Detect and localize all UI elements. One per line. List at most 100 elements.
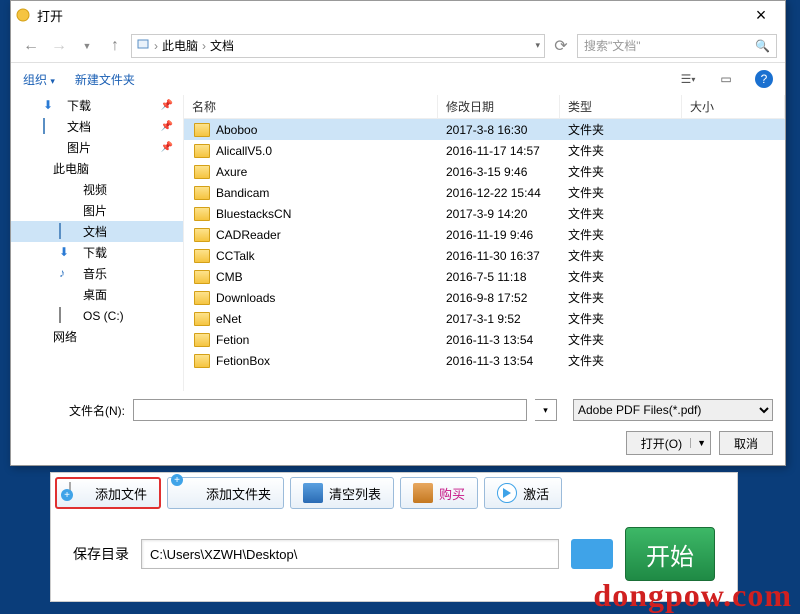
pin-icon: 📌 (161, 142, 173, 153)
trash-icon (303, 483, 323, 503)
folder-icon (194, 291, 210, 305)
app-icon (15, 7, 31, 23)
breadcrumb[interactable]: › 此电脑 › 文档 ▾ (131, 34, 545, 58)
net-icon (29, 329, 45, 345)
play-icon (497, 483, 517, 503)
folder-icon (194, 123, 210, 137)
recent-dropdown[interactable]: ▼ (75, 34, 99, 58)
col-date[interactable]: 修改日期 (438, 95, 560, 118)
pic-icon (59, 203, 75, 219)
desk-icon (59, 287, 75, 303)
col-type[interactable]: 类型 (560, 95, 682, 118)
organize-menu[interactable]: 组织 ▾ (23, 71, 55, 88)
close-button[interactable]: × (741, 3, 781, 27)
music-icon: ♪ (59, 266, 75, 282)
file-row[interactable]: AlicallV5.02016-11-17 14:57文件夹 (184, 140, 785, 161)
buy-button[interactable]: 购买 (400, 477, 478, 509)
page-add-icon: + (69, 483, 89, 503)
dialog-title: 打开 (37, 6, 741, 25)
file-row[interactable]: CMB2016-7-5 11:18文件夹 (184, 266, 785, 287)
file-row[interactable]: Downloads2016-9-8 17:52文件夹 (184, 287, 785, 308)
add-file-button[interactable]: + 添加文件 (55, 477, 161, 509)
sidebar-item-网络[interactable]: 网络 (11, 326, 183, 347)
sidebar-item-图片[interactable]: 图片📌 (11, 137, 183, 158)
pin-icon: 📌 (161, 100, 173, 111)
folder-icon (194, 228, 210, 242)
sidebar-item-下载[interactable]: ⬇下载 (11, 242, 183, 263)
file-list: 名称 修改日期 类型 大小 Aboboo2017-3-8 16:30文件夹Ali… (183, 95, 785, 391)
up-button[interactable]: ↑ (103, 34, 127, 58)
cancel-button[interactable]: 取消 (719, 431, 773, 455)
clear-list-button[interactable]: 清空列表 (290, 477, 394, 509)
down-arrow-icon: ⬇ (59, 245, 75, 261)
filename-input[interactable] (133, 399, 527, 421)
pc-icon (29, 161, 45, 177)
filename-label: 文件名(N): (23, 402, 125, 419)
file-row[interactable]: eNet2017-3-1 9:52文件夹 (184, 308, 785, 329)
col-name[interactable]: 名称 (184, 95, 438, 118)
save-dir-input[interactable]: C:\Users\XZWH\Desktop\ (141, 539, 559, 569)
filename-dropdown[interactable]: ▾ (535, 399, 557, 421)
file-row[interactable]: CCTalk2016-11-30 16:37文件夹 (184, 245, 785, 266)
new-folder-button[interactable]: 新建文件夹 (75, 71, 135, 88)
search-placeholder: 搜索"文档" (584, 37, 641, 54)
folder-icon (194, 207, 210, 221)
file-open-dialog: 打开 × ← → ▼ ↑ › 此电脑 › 文档 ▾ ⟳ 搜索"文档" 🔍 组织 … (10, 0, 786, 466)
view-list-icon[interactable]: ☰ ▾ (679, 70, 697, 88)
folder-icon (194, 249, 210, 263)
add-folder-button[interactable]: + 添加文件夹 (167, 477, 284, 509)
file-row[interactable]: Axure2016-3-15 9:46文件夹 (184, 161, 785, 182)
sidebar-item-桌面[interactable]: 桌面 (11, 284, 183, 305)
folder-icon (194, 165, 210, 179)
save-dir-label: 保存目录 (73, 544, 129, 564)
file-row[interactable]: FetionBox2016-11-3 13:54文件夹 (184, 350, 785, 371)
refresh-button[interactable]: ⟳ (549, 34, 573, 58)
bag-icon (413, 483, 433, 503)
file-row[interactable]: Bandicam2016-12-22 15:44文件夹 (184, 182, 785, 203)
down-arrow-icon: ⬇ (43, 98, 59, 114)
file-row[interactable]: BluestacksCN2017-3-9 14:20文件夹 (184, 203, 785, 224)
doc-icon (43, 119, 59, 135)
sidebar-item-音乐[interactable]: ♪音乐 (11, 263, 183, 284)
chevron-down-icon[interactable]: ▼ (690, 438, 706, 448)
browse-folder-button[interactable] (571, 539, 613, 569)
breadcrumb-root[interactable]: 此电脑 (162, 37, 198, 54)
navbar: ← → ▼ ↑ › 此电脑 › 文档 ▾ ⟳ 搜索"文档" 🔍 (11, 29, 785, 63)
file-row[interactable]: CADReader2016-11-19 9:46文件夹 (184, 224, 785, 245)
back-button[interactable]: ← (19, 34, 43, 58)
file-row[interactable]: Aboboo2017-3-8 16:30文件夹 (184, 119, 785, 140)
sidebar-item-下载[interactable]: ⬇下载📌 (11, 95, 183, 116)
sidebar-item-文档[interactable]: 文档📌 (11, 116, 183, 137)
folder-icon (194, 354, 210, 368)
file-row[interactable]: Fetion2016-11-3 13:54文件夹 (184, 329, 785, 350)
sidebar-item-OS (C:)[interactable]: OS (C:) (11, 305, 183, 326)
help-icon[interactable]: ? (755, 70, 773, 88)
breadcrumb-current[interactable]: 文档 (210, 37, 234, 54)
start-button[interactable]: 开始 (625, 527, 715, 581)
filetype-select[interactable]: Adobe PDF Files(*.pdf) (573, 399, 773, 421)
folder-add-icon: + (180, 483, 200, 503)
drive-icon (59, 308, 75, 324)
activate-button[interactable]: 激活 (484, 477, 562, 509)
preview-pane-icon[interactable]: ▭ (717, 70, 735, 88)
breadcrumb-icon (136, 37, 150, 54)
breadcrumb-dropdown[interactable]: ▾ (535, 40, 540, 51)
sidebar-item-图片[interactable]: 图片 (11, 200, 183, 221)
sidebar-item-视频[interactable]: 视频 (11, 179, 183, 200)
folder-icon (194, 144, 210, 158)
watermark: dongpow.com (593, 577, 792, 614)
sidebar-item-文档[interactable]: 文档 (11, 221, 183, 242)
open-button[interactable]: 打开(O)▼ (626, 431, 711, 455)
folder-icon (194, 312, 210, 326)
chevron-right-icon: › (202, 39, 206, 53)
chevron-right-icon: › (154, 39, 158, 53)
doc-icon (59, 224, 75, 240)
folder-icon (194, 333, 210, 347)
forward-button[interactable]: → (47, 34, 71, 58)
pic-icon (43, 140, 59, 156)
toolbar: 组织 ▾ 新建文件夹 ☰ ▾ ▭ ? (11, 63, 785, 95)
dialog-footer: 文件名(N): ▾ Adobe PDF Files(*.pdf) 打开(O)▼ … (11, 391, 785, 463)
sidebar-item-此电脑[interactable]: 此电脑 (11, 158, 183, 179)
search-input[interactable]: 搜索"文档" 🔍 (577, 34, 777, 58)
col-size[interactable]: 大小 (682, 95, 785, 118)
